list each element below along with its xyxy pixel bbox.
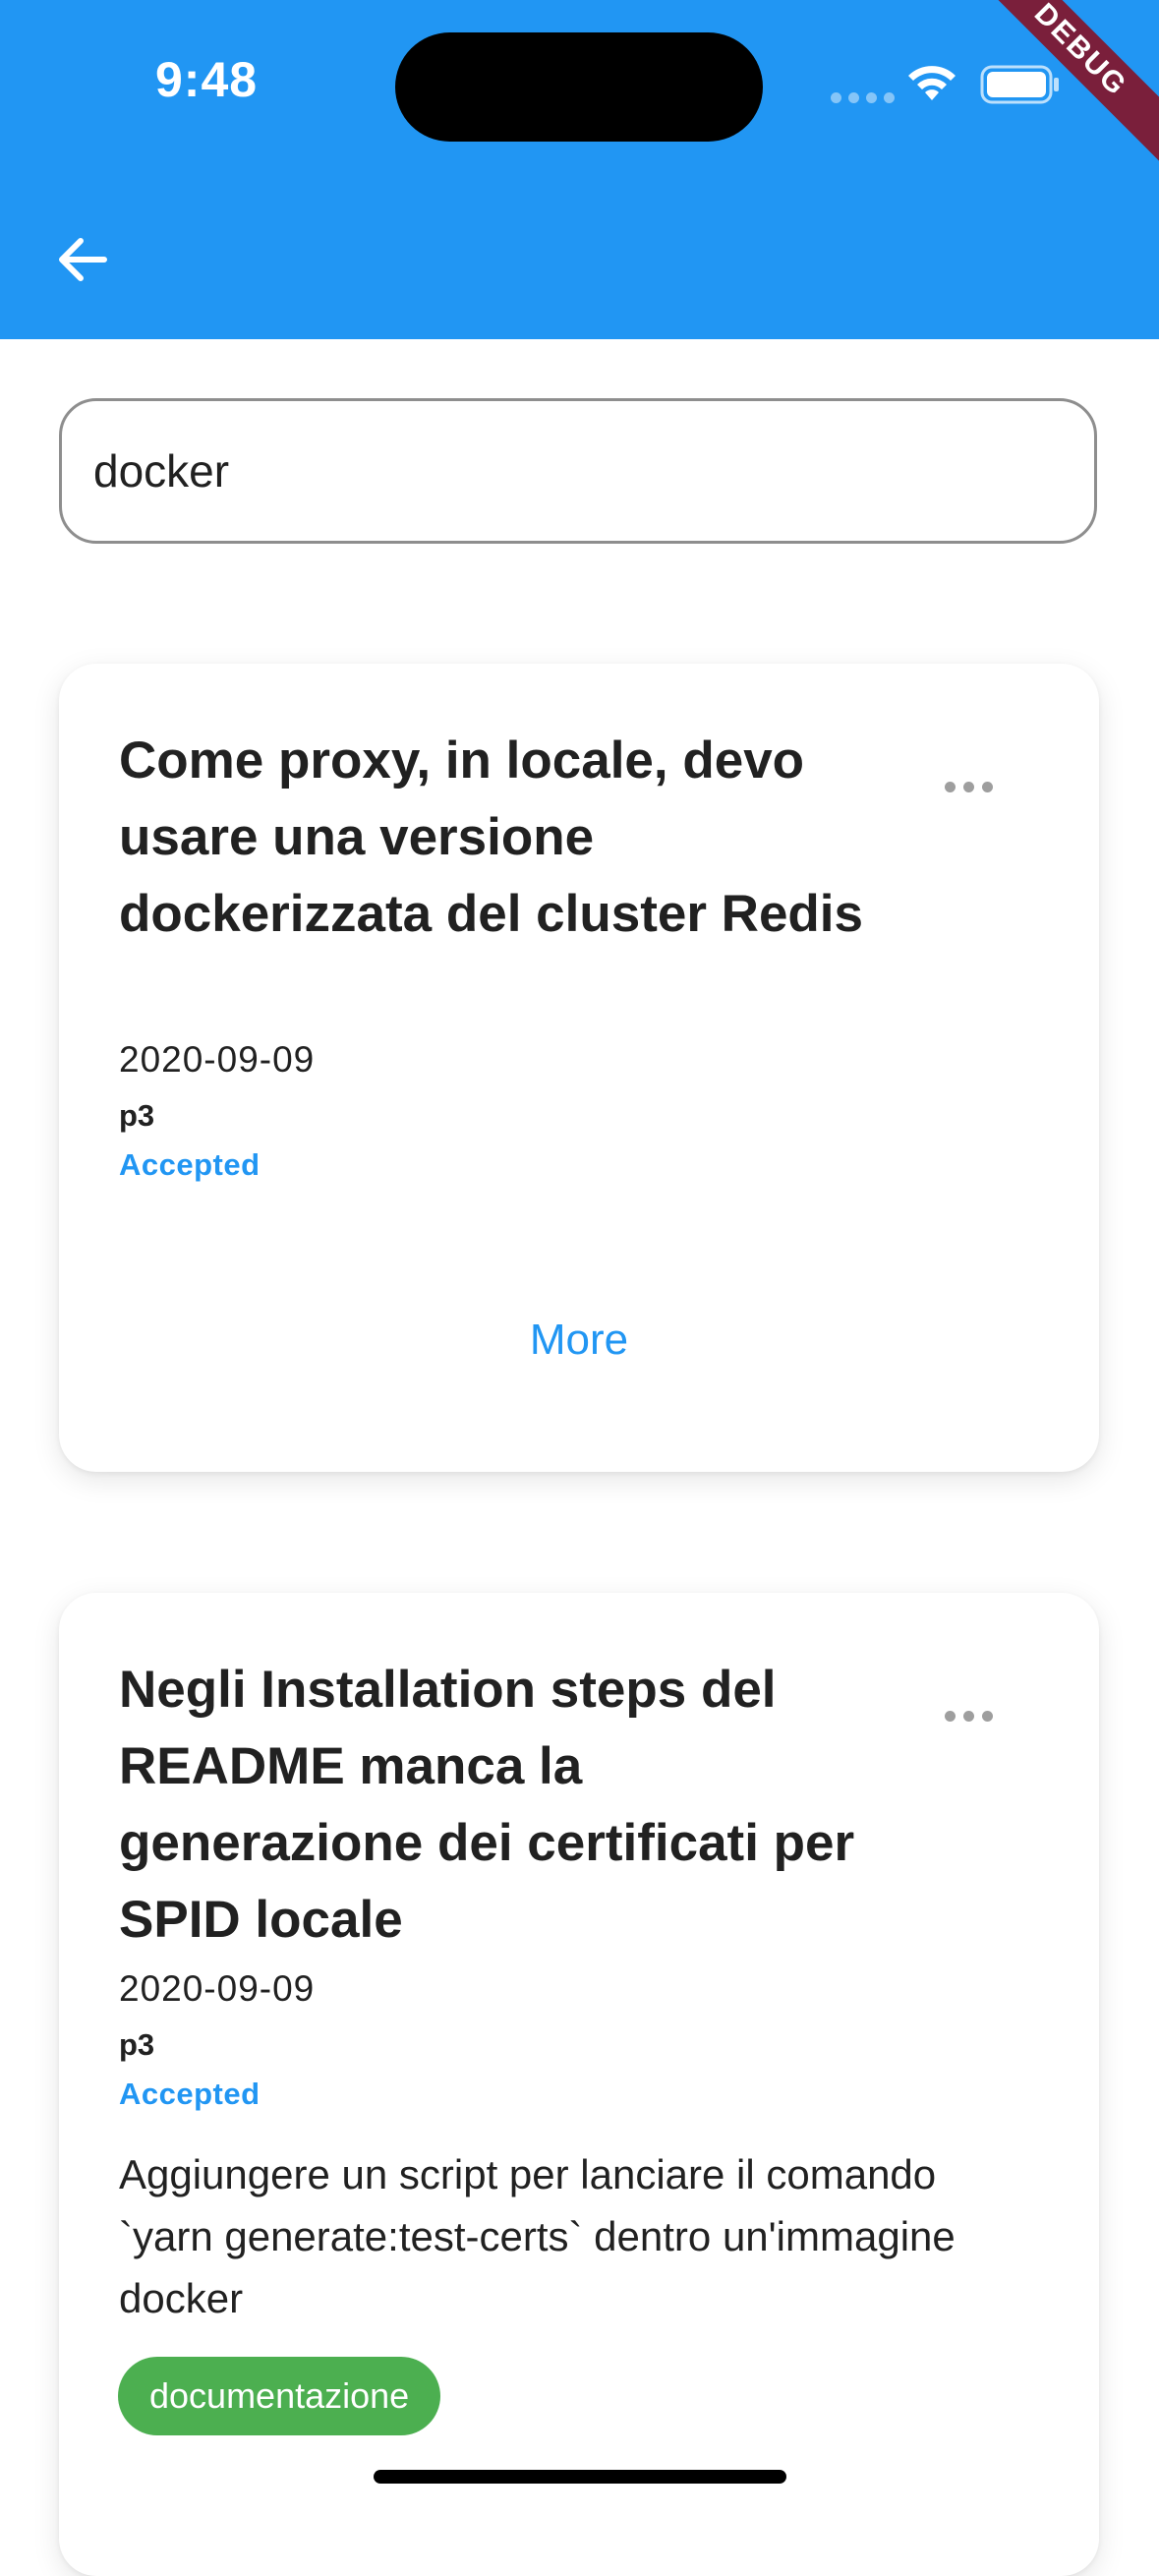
issue-date: 2020-09-09 xyxy=(119,1968,316,2009)
battery-icon xyxy=(980,65,1059,104)
app-bar: 9:48 DEBUG xyxy=(0,0,1159,339)
issue-priority: p3 xyxy=(119,2027,155,2062)
search-input[interactable]: docker xyxy=(59,398,1097,544)
issue-title: Negli Installation steps del README manc… xyxy=(119,1661,855,1949)
issue-title: Come proxy, in locale, devo usare una ve… xyxy=(119,732,864,943)
wifi-icon xyxy=(908,66,956,100)
search-input-value: docker xyxy=(93,445,230,497)
issue-description: Aggiungere un script per lanciare il com… xyxy=(119,2151,956,2321)
issue-status: Accepted xyxy=(119,2077,261,2111)
issue-priority: p3 xyxy=(119,1098,155,1133)
more-options-icon[interactable] xyxy=(945,782,993,792)
back-arrow-icon[interactable] xyxy=(51,228,114,291)
status-time: 9:48 xyxy=(155,52,259,107)
tag-chip[interactable]: documentazione xyxy=(118,2357,441,2435)
dynamic-island xyxy=(395,32,763,142)
more-options-icon[interactable] xyxy=(945,1711,993,1722)
issue-status: Accepted xyxy=(119,1147,261,1182)
more-button[interactable]: More xyxy=(59,1316,1099,1365)
issue-date: 2020-09-09 xyxy=(119,1039,316,1080)
cellular-signal-icon xyxy=(831,92,895,103)
home-indicator xyxy=(374,2470,786,2484)
issue-card[interactable]: Come proxy, in locale, devo usare una ve… xyxy=(59,664,1099,1472)
issue-card[interactable]: Negli Installation steps del README manc… xyxy=(59,1593,1099,2576)
